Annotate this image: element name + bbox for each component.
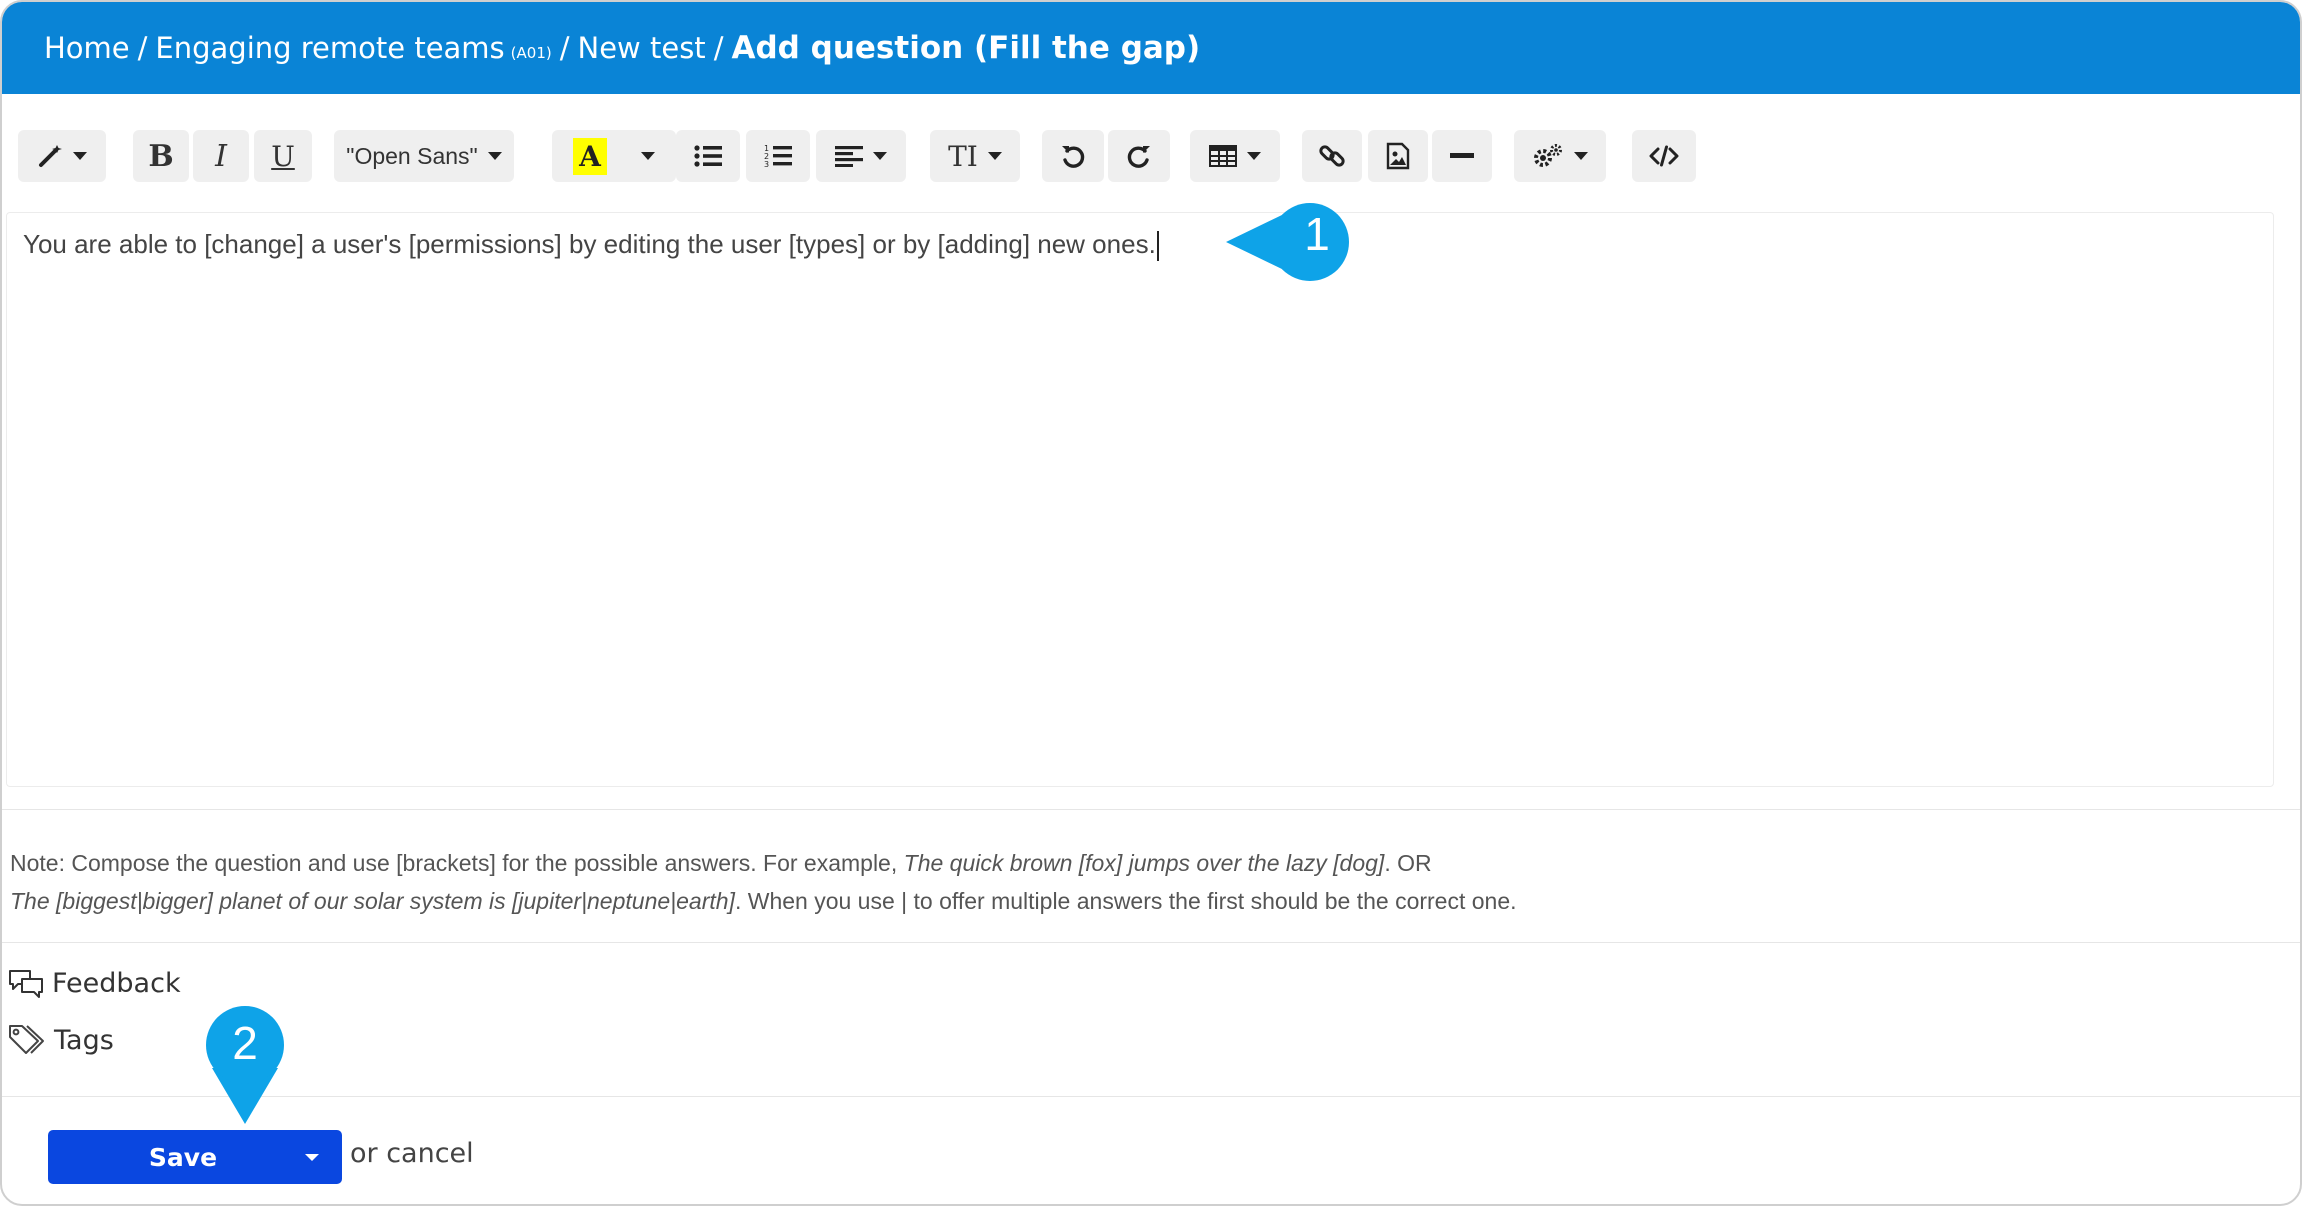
chevron-down-icon xyxy=(640,152,655,160)
table-dropdown[interactable] xyxy=(1190,130,1280,182)
underline-icon: U xyxy=(271,139,295,173)
font-family-value: "Open Sans" xyxy=(346,142,478,169)
numbered-list-button[interactable]: 1 2 3 xyxy=(746,130,810,182)
save-button[interactable]: Save xyxy=(48,1143,282,1172)
save-options-dropdown[interactable] xyxy=(282,1130,342,1184)
callout-number-1: 1 xyxy=(1304,208,1330,260)
tags-label: Tags xyxy=(54,1024,114,1056)
horizontal-rule-button[interactable] xyxy=(1432,130,1492,182)
cancel-link[interactable]: or cancel xyxy=(350,1138,474,1169)
horizontal-rule-icon xyxy=(1450,153,1474,158)
feedback-label: Feedback xyxy=(52,968,181,999)
bullet-list-button[interactable] xyxy=(676,130,740,182)
note-prefix: Note: Compose the question and use [brac… xyxy=(10,850,904,876)
note-example-2: The [biggest|bigger] planet of our solar… xyxy=(10,888,735,914)
question-editor[interactable]: You are able to [change] a user's [permi… xyxy=(6,212,2274,787)
image-icon xyxy=(1386,142,1410,170)
paragraph-align-dropdown[interactable] xyxy=(816,130,906,182)
style-dropdown-button[interactable] xyxy=(18,130,106,182)
breadcrumb: Home / Engaging remote teams (A01) / New … xyxy=(2,2,2300,94)
note-or: . OR xyxy=(1384,850,1432,876)
chevron-down-icon xyxy=(305,1153,319,1161)
breadcrumb-course-label: Engaging remote teams xyxy=(155,31,505,65)
settings-dropdown[interactable] xyxy=(1514,130,1606,182)
comments-icon xyxy=(9,969,43,998)
callout-marker-2: 2 xyxy=(202,1006,288,1126)
chevron-down-icon xyxy=(1247,152,1261,160)
align-left-icon xyxy=(835,146,863,167)
italic-button[interactable]: I xyxy=(193,130,249,182)
undo-icon xyxy=(1062,146,1085,168)
tags-toggle[interactable]: Tags xyxy=(8,1023,114,1057)
highlight-color-button[interactable]: A xyxy=(552,130,676,182)
redo-button[interactable] xyxy=(1108,130,1170,182)
highlight-icon: A xyxy=(573,137,607,175)
text-cursor xyxy=(1156,231,1159,262)
breadcrumb-separator: / xyxy=(137,31,148,65)
breadcrumb-course-link[interactable]: Engaging remote teams (A01) xyxy=(155,31,551,65)
breadcrumb-separator: / xyxy=(713,31,724,65)
help-note: Note: Compose the question and use [brac… xyxy=(10,844,1517,920)
breadcrumb-test-link[interactable]: New test xyxy=(578,31,706,65)
magic-wand-icon xyxy=(39,145,62,167)
note-example-1: The quick brown [fox] jumps over the laz… xyxy=(903,850,1385,876)
editor-text: You are able to [change] a user's [permi… xyxy=(23,229,1156,259)
editor-toolbar: B I U "Open Sans" A 1 2 3 TI xyxy=(18,130,2288,182)
numbered-list-icon: 1 2 3 xyxy=(764,144,792,168)
svg-text:3: 3 xyxy=(764,160,769,168)
code-icon xyxy=(1649,145,1679,167)
save-split-button: Save xyxy=(48,1130,342,1184)
chevron-down-icon xyxy=(987,152,1002,160)
breadcrumb-course-code: (A01) xyxy=(510,44,552,62)
undo-button[interactable] xyxy=(1042,130,1104,182)
divider xyxy=(2,1096,2300,1097)
bold-icon: B xyxy=(148,138,174,174)
help-note-line-2: The [biggest|bigger] planet of our solar… xyxy=(10,882,1517,920)
editor-content[interactable]: You are able to [change] a user's [permi… xyxy=(23,229,1159,262)
bullet-list-icon xyxy=(694,145,722,167)
callout-marker-1: 1 xyxy=(1224,202,1350,282)
breadcrumb-separator: / xyxy=(559,31,570,65)
chevron-down-icon xyxy=(1574,152,1588,160)
callout-number-2: 2 xyxy=(232,1017,258,1069)
italic-icon: I xyxy=(215,138,227,174)
insert-link-button[interactable] xyxy=(1302,130,1362,182)
app-frame: Home / Engaging remote teams (A01) / New … xyxy=(0,0,2302,1206)
table-icon xyxy=(1209,145,1237,167)
gears-icon xyxy=(1534,144,1562,167)
code-view-button[interactable] xyxy=(1632,130,1696,182)
divider xyxy=(2,809,2300,810)
font-size-dropdown[interactable]: TI xyxy=(930,130,1020,182)
underline-button[interactable]: U xyxy=(254,130,312,182)
page-title: Add question (Fill the gap) xyxy=(731,30,1201,66)
feedback-toggle[interactable]: Feedback xyxy=(8,968,181,999)
link-icon xyxy=(1319,145,1345,167)
chevron-down-icon xyxy=(873,152,887,160)
breadcrumb-home-link[interactable]: Home xyxy=(44,31,130,65)
chevron-down-icon xyxy=(73,152,87,160)
insert-image-button[interactable] xyxy=(1368,130,1428,182)
divider xyxy=(2,942,2300,943)
chevron-down-icon xyxy=(487,152,502,160)
font-family-dropdown[interactable]: "Open Sans" xyxy=(334,130,514,182)
help-note-line-1: Note: Compose the question and use [brac… xyxy=(10,844,1517,882)
font-size-icon: TI xyxy=(948,139,978,173)
note-rule: . When you use | to offer multiple answe… xyxy=(734,888,1517,914)
tags-icon xyxy=(9,1025,44,1054)
redo-icon xyxy=(1127,146,1150,168)
bold-button[interactable]: B xyxy=(133,130,189,182)
